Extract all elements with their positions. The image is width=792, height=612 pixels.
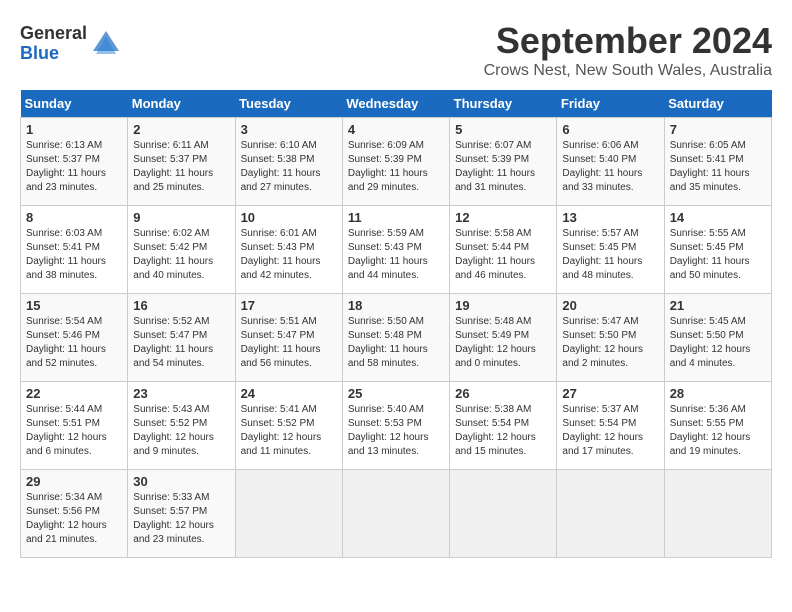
table-row: 4Sunrise: 6:09 AM Sunset: 5:39 PM Daylig… [342, 118, 449, 206]
table-row: 10Sunrise: 6:01 AM Sunset: 5:43 PM Dayli… [235, 206, 342, 294]
col-thursday: Thursday [450, 90, 557, 118]
table-row: 1Sunrise: 6:13 AM Sunset: 5:37 PM Daylig… [21, 118, 128, 206]
col-saturday: Saturday [664, 90, 771, 118]
col-wednesday: Wednesday [342, 90, 449, 118]
logo-icon [91, 29, 121, 59]
col-tuesday: Tuesday [235, 90, 342, 118]
calendar-week-1: 1Sunrise: 6:13 AM Sunset: 5:37 PM Daylig… [21, 118, 772, 206]
table-row: 17Sunrise: 5:51 AM Sunset: 5:47 PM Dayli… [235, 294, 342, 382]
table-row [557, 470, 664, 558]
logo: General Blue [20, 24, 121, 64]
table-row: 16Sunrise: 5:52 AM Sunset: 5:47 PM Dayli… [128, 294, 235, 382]
table-row: 14Sunrise: 5:55 AM Sunset: 5:45 PM Dayli… [664, 206, 771, 294]
table-row: 18Sunrise: 5:50 AM Sunset: 5:48 PM Dayli… [342, 294, 449, 382]
table-row: 20Sunrise: 5:47 AM Sunset: 5:50 PM Dayli… [557, 294, 664, 382]
table-row [450, 470, 557, 558]
table-row: 2Sunrise: 6:11 AM Sunset: 5:37 PM Daylig… [128, 118, 235, 206]
month-title: September 2024 [484, 20, 772, 62]
table-row: 9Sunrise: 6:02 AM Sunset: 5:42 PM Daylig… [128, 206, 235, 294]
table-row: 30Sunrise: 5:33 AM Sunset: 5:57 PM Dayli… [128, 470, 235, 558]
title-area: September 2024 Crows Nest, New South Wal… [484, 20, 772, 80]
table-row: 21Sunrise: 5:45 AM Sunset: 5:50 PM Dayli… [664, 294, 771, 382]
table-row: 12Sunrise: 5:58 AM Sunset: 5:44 PM Dayli… [450, 206, 557, 294]
table-row: 22Sunrise: 5:44 AM Sunset: 5:51 PM Dayli… [21, 382, 128, 470]
table-row: 11Sunrise: 5:59 AM Sunset: 5:43 PM Dayli… [342, 206, 449, 294]
header: General Blue September 2024 Crows Nest, … [20, 20, 772, 80]
table-row: 6Sunrise: 6:06 AM Sunset: 5:40 PM Daylig… [557, 118, 664, 206]
table-row: 19Sunrise: 5:48 AM Sunset: 5:49 PM Dayli… [450, 294, 557, 382]
table-row [664, 470, 771, 558]
col-sunday: Sunday [21, 90, 128, 118]
calendar-table: Sunday Monday Tuesday Wednesday Thursday… [20, 90, 772, 558]
col-friday: Friday [557, 90, 664, 118]
table-row: 7Sunrise: 6:05 AM Sunset: 5:41 PM Daylig… [664, 118, 771, 206]
table-row [235, 470, 342, 558]
table-row: 13Sunrise: 5:57 AM Sunset: 5:45 PM Dayli… [557, 206, 664, 294]
table-row: 26Sunrise: 5:38 AM Sunset: 5:54 PM Dayli… [450, 382, 557, 470]
table-row: 29Sunrise: 5:34 AM Sunset: 5:56 PM Dayli… [21, 470, 128, 558]
table-row: 15Sunrise: 5:54 AM Sunset: 5:46 PM Dayli… [21, 294, 128, 382]
logo-general-text: General [20, 24, 87, 44]
calendar-week-2: 8Sunrise: 6:03 AM Sunset: 5:41 PM Daylig… [21, 206, 772, 294]
calendar-week-3: 15Sunrise: 5:54 AM Sunset: 5:46 PM Dayli… [21, 294, 772, 382]
table-row: 27Sunrise: 5:37 AM Sunset: 5:54 PM Dayli… [557, 382, 664, 470]
table-row: 25Sunrise: 5:40 AM Sunset: 5:53 PM Dayli… [342, 382, 449, 470]
table-row: 5Sunrise: 6:07 AM Sunset: 5:39 PM Daylig… [450, 118, 557, 206]
location-title: Crows Nest, New South Wales, Australia [484, 62, 772, 80]
table-row: 8Sunrise: 6:03 AM Sunset: 5:41 PM Daylig… [21, 206, 128, 294]
calendar-week-4: 22Sunrise: 5:44 AM Sunset: 5:51 PM Dayli… [21, 382, 772, 470]
table-row [342, 470, 449, 558]
col-monday: Monday [128, 90, 235, 118]
table-row: 28Sunrise: 5:36 AM Sunset: 5:55 PM Dayli… [664, 382, 771, 470]
logo-blue-text: Blue [20, 44, 87, 64]
table-row: 24Sunrise: 5:41 AM Sunset: 5:52 PM Dayli… [235, 382, 342, 470]
calendar-week-5: 29Sunrise: 5:34 AM Sunset: 5:56 PM Dayli… [21, 470, 772, 558]
table-row: 3Sunrise: 6:10 AM Sunset: 5:38 PM Daylig… [235, 118, 342, 206]
calendar-header-row: Sunday Monday Tuesday Wednesday Thursday… [21, 90, 772, 118]
table-row: 23Sunrise: 5:43 AM Sunset: 5:52 PM Dayli… [128, 382, 235, 470]
